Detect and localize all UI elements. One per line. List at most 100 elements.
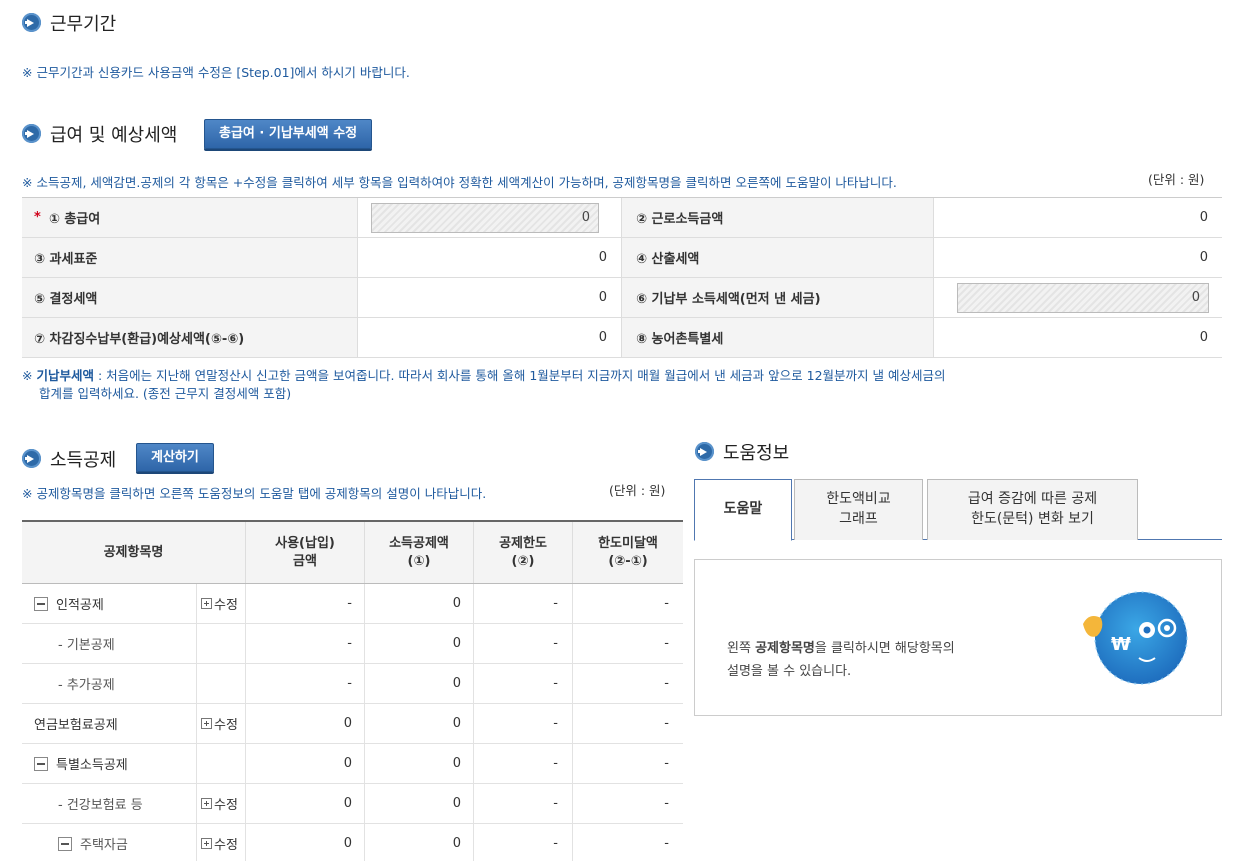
- deduction-amount: 0: [364, 744, 473, 783]
- salary-row: * ① 총급여 0 ② 근로소득금액 0: [22, 198, 1222, 238]
- section-arrow-icon: [22, 124, 41, 143]
- tab-limit-graph[interactable]: 한도액비교 그래프: [794, 479, 923, 540]
- health-insurance-item[interactable]: - 건강보험료 등: [22, 784, 196, 823]
- deduction-amount: 0: [364, 784, 473, 823]
- calculated-tax-value: 0: [933, 238, 1222, 277]
- table-row: 연금보험료공제 수정 0 0 - -: [22, 704, 683, 744]
- additional-deduction-item[interactable]: - 추가공제: [22, 664, 196, 703]
- income-deduction-table: 공제항목명 사용(납입) 금액 소득공제액 (①) 공제한도 (②) 한도미달액 (②-…: [22, 520, 683, 861]
- collapse-icon[interactable]: [58, 836, 72, 851]
- tax-base-label: ③ 과세표준: [22, 238, 357, 277]
- used-amount: -: [245, 664, 364, 703]
- basic-deduction-item[interactable]: - 기본공제: [22, 624, 196, 663]
- used-amount: 0: [245, 784, 364, 823]
- collapse-icon[interactable]: [34, 596, 48, 611]
- header-limit-shortfall: 한도미달액 (②-①): [572, 522, 683, 583]
- plus-icon: [201, 598, 212, 609]
- determined-tax-value: 0: [357, 278, 621, 317]
- required-mark: *: [34, 210, 41, 225]
- deduction-limit: -: [473, 624, 572, 663]
- personal-deduction-item[interactable]: 인적공제: [22, 584, 196, 623]
- used-amount: -: [245, 624, 364, 663]
- plus-icon: [201, 798, 212, 809]
- deduction-amount: 0: [364, 624, 473, 663]
- used-amount: 0: [245, 704, 364, 743]
- edit-link[interactable]: 수정: [201, 594, 238, 613]
- edit-link[interactable]: 수정: [201, 714, 238, 733]
- limit-shortfall: -: [572, 824, 683, 861]
- table-header: 공제항목명 사용(납입) 금액 소득공제액 (①) 공제한도 (②) 한도미달액 (②-…: [22, 522, 683, 584]
- limit-shortfall: -: [572, 744, 683, 783]
- header-used-amount: 사용(납입) 금액: [245, 522, 364, 583]
- header-deduction-limit: 공제한도 (②): [473, 522, 572, 583]
- deduction-amount: 0: [364, 664, 473, 703]
- income-deduction-note: ※ 공제항목명을 클릭하면 오른쪽 도움정보의 도움말 탭에 공제항목의 설명이…: [22, 486, 487, 501]
- prepaid-tax-footnote-label: 기납부세액: [36, 368, 94, 383]
- expected-refund-value: 0: [357, 318, 621, 357]
- salary-row: ⑤ 결정세액 0 ⑥ 기납부 소득세액(먼저 낸 세금) 0: [22, 278, 1222, 318]
- limit-shortfall: -: [572, 624, 683, 663]
- deduction-limit: -: [473, 664, 572, 703]
- salary-row: ③ 과세표준 0 ④ 산출세액 0: [22, 238, 1222, 278]
- header-item-name: 공제항목명: [103, 544, 164, 560]
- pension-deduction-item[interactable]: 연금보험료공제: [22, 704, 196, 743]
- deduction-amount: 0: [364, 704, 473, 743]
- table-row: 특별소득공제 0 0 - -: [22, 744, 683, 784]
- earned-income-value: 0: [933, 198, 1222, 237]
- salary-unit-label: (단위 : 원): [1148, 172, 1205, 187]
- limit-shortfall: -: [572, 584, 683, 623]
- help-tabs: 도움말 한도액비교 그래프 급여 증감에 따른 공제 한도(문턱) 변화 보기: [694, 479, 1222, 541]
- rural-special-tax-label: ⑧ 농어촌특별세: [621, 318, 933, 357]
- tab-help[interactable]: 도움말: [694, 479, 792, 541]
- edit-link[interactable]: 수정: [201, 834, 238, 853]
- edit-salary-tax-button[interactable]: 총급여 · 기납부세액 수정: [204, 119, 373, 149]
- section-arrow-icon: [22, 449, 41, 468]
- tax-base-value: 0: [357, 238, 621, 277]
- table-row: 인적공제 수정 - 0 - -: [22, 584, 683, 624]
- deduction-limit: -: [473, 824, 572, 861]
- deduction-limit: -: [473, 784, 572, 823]
- special-deduction-item[interactable]: 특별소득공제: [22, 744, 196, 783]
- tab-threshold-change[interactable]: 급여 증감에 따른 공제 한도(문턱) 변화 보기: [927, 479, 1138, 540]
- salary-table: * ① 총급여 0 ② 근로소득금액 0 ③ 과세표준 0 ④ 산출세액 0 ⑤ …: [22, 197, 1222, 358]
- earned-income-label: ② 근로소득금액: [621, 198, 933, 237]
- calculated-tax-label: ④ 산출세액: [621, 238, 933, 277]
- limit-shortfall: -: [572, 784, 683, 823]
- determined-tax-label: ⑤ 결정세액: [22, 278, 357, 317]
- prepaid-tax-footnote: ※ 기납부세액 : 처음에는 지난해 연말정산시 신고한 금액을 보여줍니다. …: [22, 368, 946, 402]
- section-title-work-period: 근무기간: [50, 14, 117, 35]
- edit-link[interactable]: 수정: [201, 794, 238, 813]
- used-amount: 0: [245, 744, 364, 783]
- mascot-icon: ₩: [1083, 591, 1188, 685]
- table-row: 주택자금 수정 0 0 - -: [22, 824, 683, 861]
- calculate-button[interactable]: 계산하기: [136, 443, 214, 472]
- section-arrow-icon: [22, 13, 41, 32]
- help-content-box: 왼쪽 공제항목명을 클릭하시면 해당항목의 설명을 볼 수 있습니다. ₩: [694, 559, 1222, 716]
- deduction-amount: 0: [364, 824, 473, 861]
- plus-icon: [201, 838, 212, 849]
- rural-special-tax-value: 0: [933, 318, 1222, 357]
- housing-fund-item[interactable]: 주택자금: [22, 824, 196, 861]
- table-row: - 기본공제 - 0 - -: [22, 624, 683, 664]
- prepaid-tax-cell: 0: [933, 278, 1222, 317]
- section-title-salary: 급여 및 예상세액: [50, 125, 178, 146]
- limit-shortfall: -: [572, 664, 683, 703]
- header-deduction-amount: 소득공제액 (①): [364, 522, 473, 583]
- help-text: 왼쪽 공제항목명을 클릭하시면 해당항목의 설명을 볼 수 있습니다.: [727, 641, 955, 679]
- total-salary-cell: 0: [357, 198, 621, 237]
- total-salary-input[interactable]: 0: [371, 202, 599, 233]
- income-deduction-unit-label: (단위 : 원): [609, 483, 666, 498]
- work-period-note: ※ 근무기간과 신용카드 사용금액 수정은 [Step.01]에서 하시기 바랍…: [22, 65, 410, 80]
- deduction-limit: -: [473, 584, 572, 623]
- used-amount: -: [245, 584, 364, 623]
- salary-row: ⑦ 차감징수납부(환급)예상세액(⑤-⑥) 0 ⑧ 농어촌특별세 0: [22, 318, 1222, 358]
- prepaid-tax-input[interactable]: 0: [957, 282, 1209, 313]
- deduction-limit: -: [473, 744, 572, 783]
- collapse-icon[interactable]: [34, 756, 48, 771]
- used-amount: 0: [245, 824, 364, 861]
- table-row: - 건강보험료 등 수정 0 0 - -: [22, 784, 683, 824]
- table-row: - 추가공제 - 0 - -: [22, 664, 683, 704]
- expected-refund-label: ⑦ 차감징수납부(환급)예상세액(⑤-⑥): [22, 318, 357, 357]
- limit-shortfall: -: [572, 704, 683, 743]
- section-title-income-deduction: 소득공제: [50, 450, 117, 471]
